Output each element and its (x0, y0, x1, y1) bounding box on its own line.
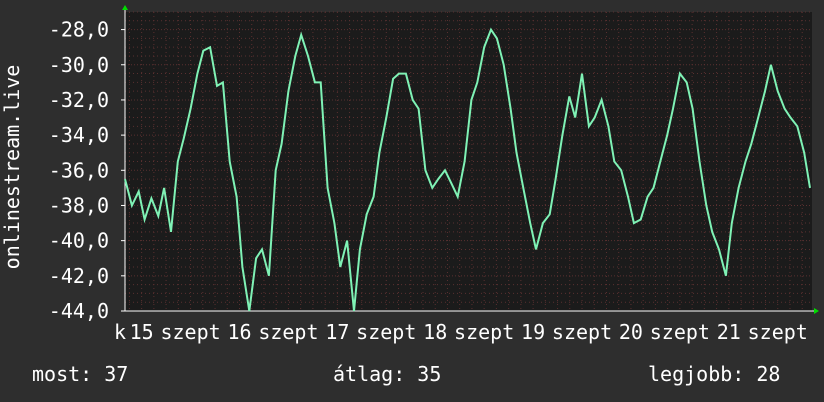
x-tick-label: szept (258, 320, 318, 344)
x-tick-label: szept (748, 320, 808, 344)
x-tick-label: 17 (325, 320, 349, 344)
x-tick-label: 20 (619, 320, 643, 344)
y-tick-label: -36,0 (49, 158, 109, 182)
y-tick-label: -44,0 (49, 299, 109, 323)
x-tick-labels: k 15 szept 16 szept 17 szept 18 szept 19 szept 20 sz… (114, 320, 808, 344)
y-tick-label: -42,0 (49, 264, 109, 288)
best-value-label: legjobb: 28 (648, 362, 781, 386)
x-tick-label: 15 (130, 320, 154, 344)
y-tick-label: -40,0 (49, 229, 109, 253)
y-tick-labels: -44,0 -42,0 -40,0 -38,0 -36,0 -34,0 -32,0 -30,0… (49, 18, 125, 323)
x-tick-label: szept (454, 320, 514, 344)
y-tick-label: -34,0 (49, 123, 109, 147)
y-tick-label: -38,0 (49, 193, 109, 217)
x-tick-label: 18 (423, 320, 447, 344)
x-tick-label: szept (552, 320, 612, 344)
y-tick-label: -28,0 (49, 18, 109, 42)
x-tick-label: 16 (227, 320, 251, 344)
average-value-label: átlag: 35 (333, 362, 442, 386)
x-tick-label: szept (160, 320, 220, 344)
x-tick-label: 21 (717, 320, 741, 344)
x-tick-label: szept (356, 320, 416, 344)
x-tick-label: k (114, 320, 126, 344)
y-tick-label: -30,0 (49, 53, 109, 77)
y-axis-label: onlinestream.live (0, 65, 24, 270)
x-tick-label: 19 (521, 320, 545, 344)
x-axis-arrow (814, 308, 819, 314)
plot-area (125, 12, 812, 311)
current-value-label: most: 37 (32, 362, 129, 386)
x-tick-label: szept (650, 320, 710, 344)
y-axis-arrow (122, 5, 128, 10)
chart: -44,0 -42,0 -40,0 -38,0 -36,0 -34,0 -32,0 -30,0… (0, 5, 819, 344)
y-tick-label: -32,0 (49, 88, 109, 112)
